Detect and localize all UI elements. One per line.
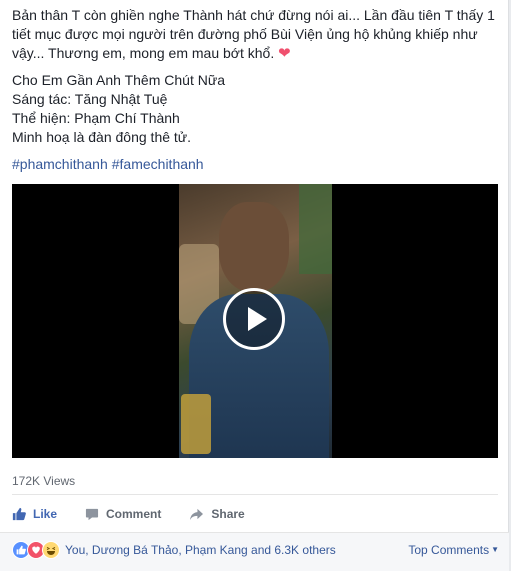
video-player[interactable]	[12, 184, 498, 458]
haha-reaction-icon	[42, 541, 60, 559]
song-title: Cho Em Gần Anh Thêm Chút Nữa	[12, 72, 225, 88]
hashtags: #phamchithanh #famechithanh	[12, 155, 500, 174]
reactions-bar: You, Dương Bá Thảo, Phạm Kang and 6.3K o…	[0, 532, 509, 571]
share-label: Share	[211, 507, 245, 521]
divider	[12, 494, 498, 495]
thumbs-up-icon	[12, 507, 26, 521]
top-comments-dropdown[interactable]: Top Comments ▼	[408, 543, 499, 557]
comment-button[interactable]: Comment	[85, 507, 161, 521]
action-bar: Like Comment Share	[12, 503, 498, 525]
composer-line: Sáng tác: Tăng Nhật Tuệ	[12, 91, 168, 107]
hashtag-link[interactable]: #phamchithanh	[12, 156, 108, 172]
heart-icon: ❤	[278, 45, 291, 62]
like-button[interactable]: Like	[12, 507, 57, 521]
post-details: Cho Em Gần Anh Thêm Chút Nữa Sáng tác: T…	[12, 71, 500, 147]
share-icon	[189, 508, 204, 521]
play-button[interactable]	[223, 288, 285, 350]
hashtag-link[interactable]: #famechithanh	[112, 156, 204, 172]
illustration-line: Minh hoạ là đàn đông thê tử.	[12, 129, 192, 145]
post-text: Bản thân T còn ghiền nghe Thành hát chứ …	[12, 6, 500, 182]
post-message: Bản thân T còn ghiền nghe Thành hát chứ …	[12, 6, 500, 63]
view-count: 172K Views	[12, 474, 76, 488]
like-label: Like	[33, 507, 58, 521]
top-comments-label: Top Comments	[408, 543, 490, 557]
reaction-summary[interactable]: You, Dương Bá Thảo, Phạm Kang and 6.3K o…	[65, 543, 336, 557]
play-icon	[248, 307, 267, 331]
comment-label: Comment	[106, 507, 162, 521]
share-button[interactable]: Share	[189, 507, 245, 521]
reaction-icons[interactable]	[12, 541, 60, 559]
comment-icon	[85, 508, 99, 521]
post-card: Bản thân T còn ghiền nghe Thành hát chứ …	[0, 0, 509, 571]
performer-line: Thể hiện: Phạm Chí Thành	[12, 110, 180, 126]
caret-down-icon: ▼	[491, 545, 499, 554]
post-message-text: Bản thân T còn ghiền nghe Thành hát chứ …	[12, 7, 495, 61]
